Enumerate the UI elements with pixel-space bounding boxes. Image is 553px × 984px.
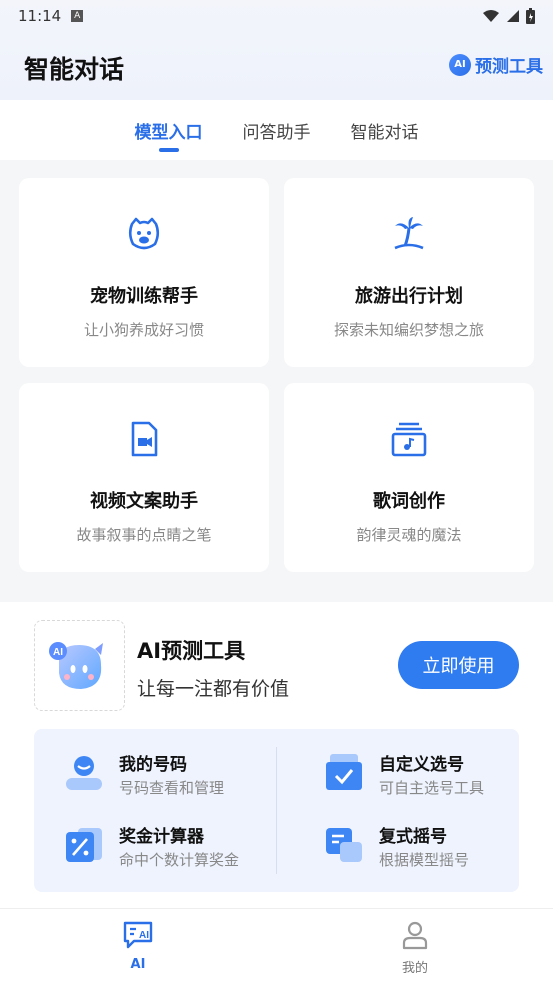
tool-title: 奖金计算器 <box>119 827 204 847</box>
notification-icon: A <box>71 10 84 22</box>
status-time: 11:14 <box>18 7 62 25</box>
wifi-icon <box>483 10 499 22</box>
signal-icon <box>507 10 519 22</box>
tool-title: 我的号码 <box>119 755 187 775</box>
promo-subtitle: 让每一注都有价值 <box>137 678 290 700</box>
use-now-button[interactable]: 立即使用 <box>398 641 519 689</box>
video-file-icon <box>131 421 158 457</box>
battery-icon <box>526 8 535 24</box>
nav-profile[interactable]: 我的 <box>365 919 465 976</box>
ai-chat-icon: AI <box>123 921 153 949</box>
card-subtitle: 探索未知编织梦想之旅 <box>333 321 484 339</box>
music-box-icon <box>391 422 427 457</box>
tools-divider <box>276 747 277 874</box>
tool-subtitle: 根据模型摇号 <box>379 851 470 869</box>
card-subtitle: 故事叙事的点睛之笔 <box>76 526 212 544</box>
tool-subtitle: 命中个数计算奖金 <box>119 851 240 869</box>
predict-tools-label: 预测工具 <box>475 57 543 77</box>
svg-text:AI: AI <box>139 930 149 941</box>
card-subtitle: 让小狗养成好习惯 <box>83 321 204 339</box>
card-title: 歌词创作 <box>373 491 445 512</box>
tab-label: 问答助手 <box>242 123 311 143</box>
nav-label: AI <box>130 957 146 972</box>
predict-tools-button[interactable]: AI 预测工具 <box>449 52 543 77</box>
tool-compound-draw[interactable]: 复式摇号 根据模型摇号 <box>324 822 514 870</box>
card-video-copy[interactable]: 视频文案助手 故事叙事的点睛之笔 <box>19 383 269 572</box>
tool-title: 自定义选号 <box>379 755 464 775</box>
card-lyrics[interactable]: 歌词创作 韵律灵魂的魔法 <box>284 383 534 572</box>
tool-my-numbers[interactable]: 我的号码 号码查看和管理 <box>64 750 264 798</box>
tab-active-indicator <box>158 148 179 152</box>
tool-custom-pick[interactable]: 自定义选号 可自主选号工具 <box>324 750 514 798</box>
profile-icon <box>402 921 428 950</box>
tab-label: 智能对话 <box>350 123 419 143</box>
tab-bar: 模型入口 问答助手 智能对话 <box>0 100 553 160</box>
page-title: 智能对话 <box>24 55 125 84</box>
compound-draw-icon <box>326 828 362 862</box>
promo-title: AI预测工具 <box>137 639 246 663</box>
ai-badge-icon: AI <box>449 53 471 76</box>
tool-title: 复式摇号 <box>379 827 447 847</box>
tool-prize-calculator[interactable]: 奖金计算器 命中个数计算奖金 <box>64 822 264 870</box>
nav-ai[interactable]: AI AI <box>88 919 188 972</box>
dog-icon <box>128 217 160 250</box>
card-subtitle: 韵律灵魂的魔法 <box>356 526 462 544</box>
status-bar: 11:14 A <box>0 0 553 32</box>
card-title: 视频文案助手 <box>90 491 198 512</box>
tool-subtitle: 可自主选号工具 <box>379 779 485 797</box>
card-title: 宠物训练帮手 <box>90 286 198 307</box>
mascot-icon: AI <box>48 641 103 689</box>
tab-smart-chat[interactable]: 智能对话 <box>351 118 419 152</box>
user-number-icon <box>66 756 102 790</box>
bottom-nav: AI AI 我的 <box>0 908 553 984</box>
tab-model-entry[interactable]: 模型入口 <box>135 118 203 152</box>
tab-label: 模型入口 <box>134 123 203 143</box>
card-pet-training[interactable]: 宠物训练帮手 让小狗养成好习惯 <box>19 178 269 367</box>
ai-mascot-avatar: AI <box>34 620 125 711</box>
nav-label: 我的 <box>401 961 428 976</box>
card-title: 旅游出行计划 <box>355 286 463 307</box>
tool-subtitle: 号码查看和管理 <box>119 779 225 797</box>
card-travel-plan[interactable]: 旅游出行计划 探索未知编织梦想之旅 <box>284 178 534 367</box>
ai-predict-section: AI AI预测工具 让每一注都有价值 立即使用 我的号码 号码查看和管理 自定义… <box>0 602 553 908</box>
palm-tree-icon <box>394 217 424 250</box>
tools-panel: 我的号码 号码查看和管理 自定义选号 可自主选号工具 奖金计算器 命中个数计算奖… <box>34 729 519 892</box>
mascot-badge-text: AI <box>53 647 63 658</box>
calculator-icon <box>66 828 102 862</box>
tab-qa-assistant[interactable]: 问答助手 <box>243 118 311 152</box>
custom-pick-icon <box>326 754 362 790</box>
